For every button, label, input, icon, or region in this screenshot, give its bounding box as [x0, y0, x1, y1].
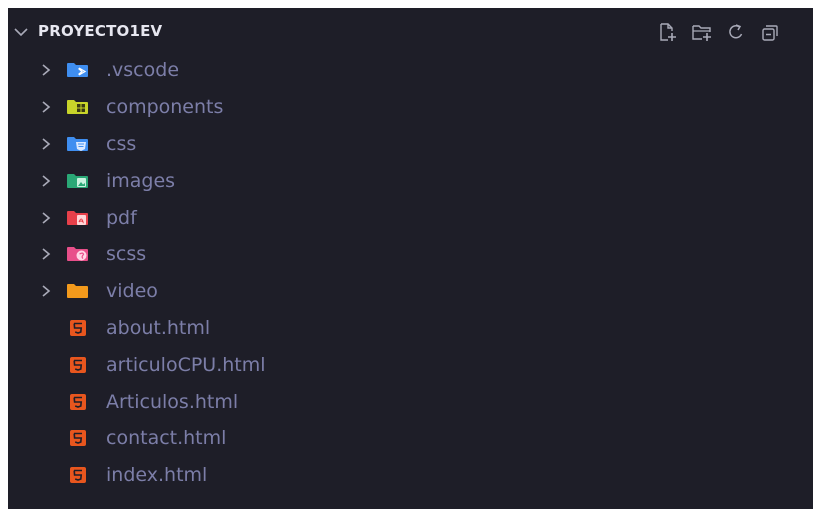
vscode-folder-icon: [66, 61, 90, 79]
chevron-right-icon[interactable]: [40, 137, 52, 151]
file-name: Articulos.html: [106, 390, 239, 413]
folder-name: scss: [106, 243, 147, 266]
html5-icon: [66, 429, 90, 447]
folder-row[interactable]: scss: [8, 236, 813, 273]
new-file-icon[interactable]: [657, 21, 679, 43]
chevron-right-icon[interactable]: [40, 174, 52, 188]
chevron-right-icon[interactable]: [40, 100, 52, 114]
chevron-right-icon[interactable]: [40, 63, 52, 77]
file-name: contact.html: [106, 427, 227, 450]
file-tree: .vscode components css images pdf scss video ab…: [8, 52, 813, 494]
folder-name: pdf: [106, 206, 137, 229]
chevron-down-icon[interactable]: [14, 25, 28, 39]
folder-name: images: [106, 169, 176, 192]
folder-row[interactable]: images: [8, 162, 813, 199]
components-folder-icon: [66, 98, 90, 116]
file-row[interactable]: articuloCPU.html: [8, 346, 813, 383]
explorer-header[interactable]: PROYECTO1EV: [8, 18, 813, 46]
folder-name: video: [106, 280, 158, 303]
html5-icon: [66, 466, 90, 484]
explorer-actions: [657, 18, 781, 46]
folder-name: components: [106, 96, 224, 119]
project-name[interactable]: PROYECTO1EV: [38, 22, 162, 40]
html5-icon: [66, 393, 90, 411]
file-explorer: PROYECTO1EV .vscode components css image…: [8, 8, 813, 509]
folder-name: css: [106, 132, 137, 155]
folder-row[interactable]: css: [8, 126, 813, 163]
chevron-right-icon[interactable]: [40, 284, 52, 298]
folder-name: .vscode: [106, 59, 180, 82]
file-name: articuloCPU.html: [106, 353, 266, 376]
chevron-right-icon[interactable]: [40, 247, 52, 261]
scss-folder-icon: [66, 245, 90, 263]
new-folder-icon[interactable]: [691, 21, 713, 43]
css-folder-icon: [66, 135, 90, 153]
file-name: index.html: [106, 464, 208, 487]
file-row[interactable]: contact.html: [8, 420, 813, 457]
folder-row[interactable]: video: [8, 273, 813, 310]
pdf-folder-icon: [66, 209, 90, 227]
images-folder-icon: [66, 172, 90, 190]
refresh-icon[interactable]: [725, 21, 747, 43]
chevron-right-icon[interactable]: [40, 211, 52, 225]
folder-row[interactable]: .vscode: [8, 52, 813, 89]
video-folder-icon: [66, 282, 90, 300]
collapse-all-icon[interactable]: [759, 21, 781, 43]
html5-icon: [66, 356, 90, 374]
file-name: about.html: [106, 316, 211, 339]
folder-row[interactable]: components: [8, 89, 813, 126]
folder-row[interactable]: pdf: [8, 199, 813, 236]
file-row[interactable]: about.html: [8, 310, 813, 347]
file-row[interactable]: index.html: [8, 457, 813, 494]
html5-icon: [66, 319, 90, 337]
file-row[interactable]: Articulos.html: [8, 383, 813, 420]
